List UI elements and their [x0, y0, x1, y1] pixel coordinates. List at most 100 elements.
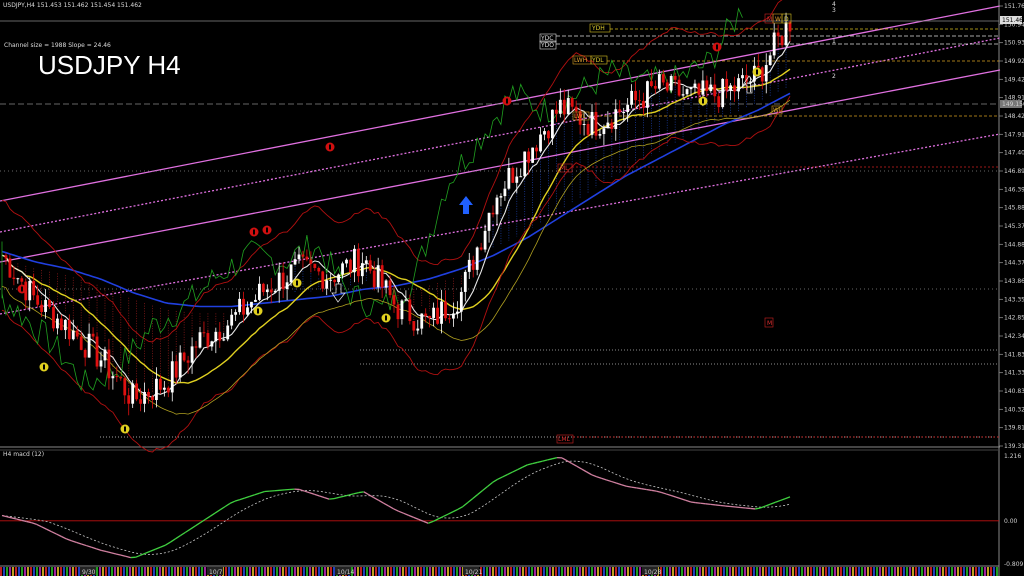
date-stripe: [816, 567, 818, 576]
date-stripe: [534, 567, 536, 576]
candle-body: [503, 188, 507, 197]
candle-body: [75, 330, 79, 337]
date-stripe: [369, 567, 371, 576]
date-stripe: [495, 567, 497, 576]
date-label: 9/30: [82, 569, 96, 576]
candle-body: [392, 295, 396, 305]
candle-body: [733, 85, 736, 92]
date-stripe: [951, 567, 953, 576]
candle-body: [638, 100, 641, 102]
date-stripe: [78, 567, 80, 576]
macd-segment: [507, 471, 513, 476]
macd-segment: [135, 554, 142, 558]
date-stripe: [582, 567, 584, 576]
macd-segment: [26, 520, 32, 524]
date-stripe: [525, 567, 527, 576]
date-stripe: [357, 567, 359, 576]
date-stripe: [264, 567, 266, 576]
candle-body: [52, 307, 55, 329]
candle-body: [186, 360, 190, 363]
date-stripe: [168, 567, 170, 576]
date-stripe: [873, 567, 875, 576]
date-stripe: [510, 567, 512, 576]
date-stripe: [363, 567, 365, 576]
candle-body: [661, 74, 665, 83]
macd-segment: [532, 461, 538, 465]
signal-circle-mark: [296, 280, 298, 286]
macd-segment: [120, 554, 127, 558]
date-stripe: [837, 567, 839, 576]
macd-segment: [170, 538, 176, 543]
candle-body: [717, 96, 721, 108]
macd-segment: [537, 460, 543, 464]
date-stripe: [285, 567, 287, 576]
macd-segment: [646, 488, 652, 491]
candle-body: [772, 32, 776, 56]
date-stripe: [159, 567, 161, 576]
candle-body: [285, 282, 289, 290]
date-stripe: [732, 567, 734, 576]
date-stripe: [588, 567, 590, 576]
candle-body: [293, 259, 297, 265]
candle-body: [309, 259, 313, 264]
date-stripe: [795, 567, 797, 576]
candle-body: [349, 259, 352, 273]
candle-body: [87, 333, 91, 358]
macd-tick-label: 0.00: [1004, 518, 1018, 525]
date-stripe: [243, 567, 245, 576]
macd-segment: [502, 473, 508, 478]
date-stripe: [903, 567, 905, 576]
macd-segment: [363, 491, 370, 496]
date-stripe: [882, 567, 884, 576]
candle-body: [345, 259, 348, 264]
macd-tick-label: 1.216: [1004, 453, 1021, 460]
date-stripe: [129, 567, 131, 576]
candle-body: [277, 272, 281, 291]
candle-body: [178, 352, 182, 378]
date-stripe: [567, 567, 569, 576]
date-stripe: [735, 567, 737, 576]
date-stripe: [372, 567, 374, 576]
label-w: W: [775, 16, 781, 23]
date-stripe: [24, 567, 26, 576]
candle-body: [127, 395, 131, 404]
macd-segment: [304, 490, 310, 494]
macd-segment: [155, 546, 161, 550]
candle-body: [554, 109, 558, 114]
date-stripe: [294, 567, 296, 576]
candle-body: [91, 333, 95, 337]
date-stripe: [75, 567, 77, 576]
candle-body: [515, 176, 519, 183]
macd-segment: [442, 513, 449, 518]
candle-body: [218, 331, 222, 341]
candle-body: [396, 304, 400, 320]
candle-body: [222, 339, 226, 341]
date-stripe: [174, 567, 176, 576]
date-stripe: [561, 567, 563, 576]
macd-segment: [165, 541, 171, 546]
candle-body: [79, 336, 83, 350]
date-stripe: [54, 567, 56, 576]
date-stripe: [63, 567, 65, 576]
date-stripe: [189, 567, 191, 576]
date-stripe: [768, 567, 770, 576]
date-stripe: [966, 567, 968, 576]
candle-body: [582, 123, 586, 125]
macd-segment: [571, 462, 578, 467]
date-stripe: [132, 567, 134, 576]
candle-body: [499, 196, 503, 198]
date-stripe: [930, 567, 932, 576]
candle-body: [491, 212, 495, 215]
macd-segment: [358, 491, 364, 494]
channel-label-3: 3: [832, 7, 836, 14]
candle-body: [523, 151, 527, 177]
date-stripe: [300, 567, 302, 576]
date-stripe: [15, 567, 17, 576]
candle-body: [614, 109, 618, 130]
macd-segment: [561, 457, 568, 462]
date-stripe: [246, 567, 248, 576]
date-stripe: [792, 567, 794, 576]
date-stripe: [537, 567, 539, 576]
date-stripe: [957, 567, 959, 576]
date-stripe: [912, 567, 914, 576]
